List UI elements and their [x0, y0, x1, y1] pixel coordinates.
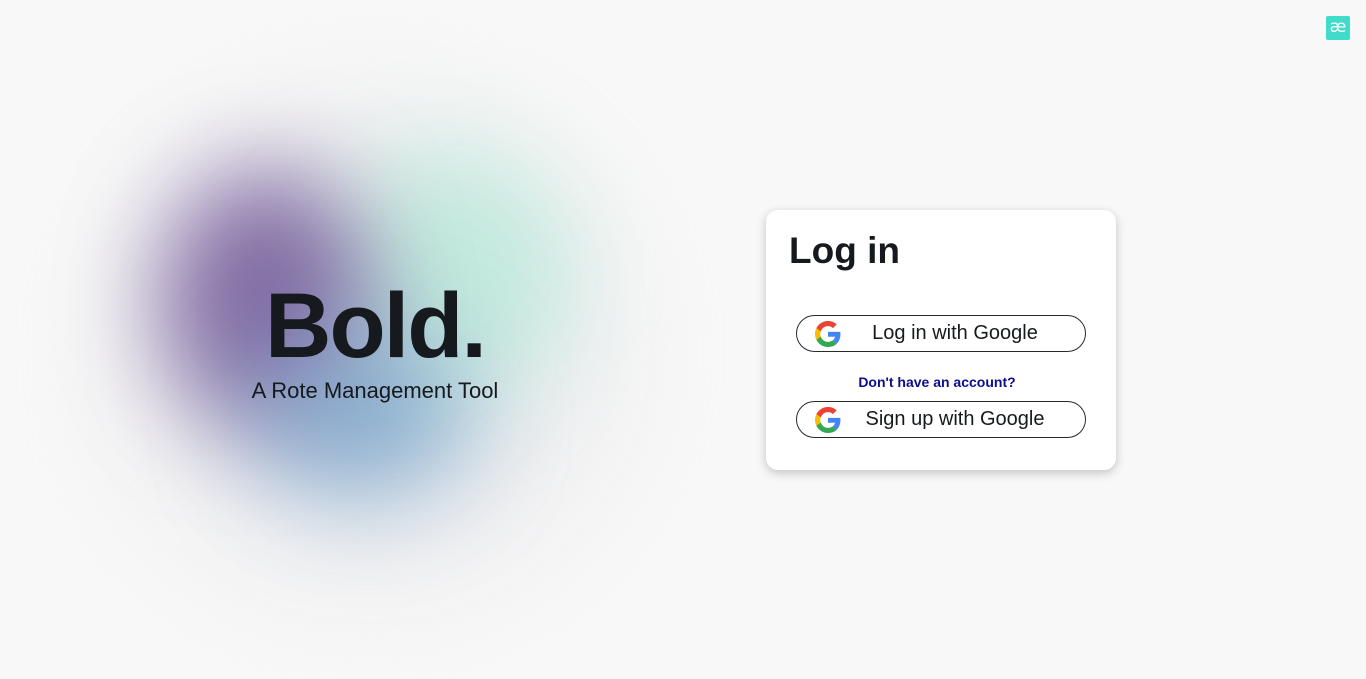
signup-with-google-button[interactable]: Sign up with Google	[796, 401, 1086, 438]
brand-subtitle: A Rote Management Tool	[251, 378, 499, 403]
login-page: æ Bold. A Rote Management Tool Log in Lo…	[0, 0, 1366, 679]
login-with-google-button[interactable]: Log in with Google	[796, 315, 1086, 352]
login-card: Log in Log in with Google Don't have an …	[766, 210, 1116, 470]
brand-title: Bold.	[265, 275, 487, 377]
brand-block: Bold. A Rote Management Tool	[150, 278, 600, 404]
app-logo-icon[interactable]: æ	[1326, 16, 1350, 40]
google-logo-icon	[815, 321, 841, 347]
login-title: Log in	[789, 230, 900, 271]
signup-prompt: Don't have an account?	[858, 374, 1016, 390]
google-logo-icon	[815, 407, 841, 433]
